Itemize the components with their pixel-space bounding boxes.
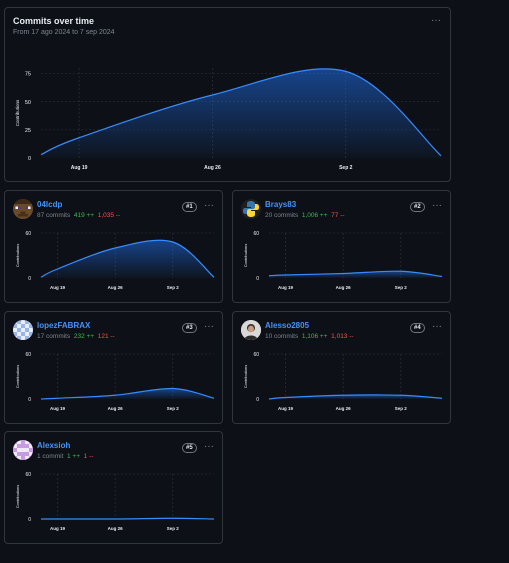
x-tick-label: Aug 19 <box>50 406 66 411</box>
x-tick-label: Aug 19 <box>278 285 294 290</box>
x-tick-label: Aug 26 <box>108 406 124 411</box>
rank-badge: #3 <box>182 323 197 333</box>
contributor-name[interactable]: Alexsioh <box>37 441 70 450</box>
more-options-icon[interactable]: ··· <box>204 201 214 211</box>
x-tick-label: Aug 19 <box>50 285 66 290</box>
contributor-chart: 0 60 Contributions Aug 19 Aug 26 Sep 2 <box>15 472 215 531</box>
y-tick-label: 60 <box>25 472 31 478</box>
additions-count: 1,006 ++ <box>301 212 328 219</box>
y-tick-label: 0 <box>28 517 31 523</box>
additions-count: 1,106 ++ <box>301 333 328 340</box>
contributor-name[interactable]: lopezFABRAX <box>37 321 90 330</box>
minecraft-face-icon[interactable] <box>13 199 33 219</box>
x-tick-label: Sep 2 <box>395 406 408 411</box>
more-options-icon[interactable]: ··· <box>432 201 442 211</box>
commit-count[interactable]: 10 commits <box>265 333 298 340</box>
contributor-chart: 0 60 Contributions Aug 19 Aug 26 Sep 2 <box>15 352 215 411</box>
more-options-icon[interactable]: ··· <box>204 322 214 332</box>
more-options-icon[interactable]: ··· <box>204 442 214 452</box>
chart-title: Commits over time <box>13 16 95 26</box>
deletions-count: 121 -- <box>97 333 115 340</box>
x-tick-label: Sep 2 <box>339 165 353 171</box>
contributor-stats: 1 commit 1 ++ 1 -- <box>37 453 93 460</box>
more-options-icon[interactable]: ··· <box>432 322 442 332</box>
y-tick-label: 0 <box>28 276 31 282</box>
y-tick-label: 0 <box>28 397 31 403</box>
additions-count: 232 ++ <box>73 333 95 340</box>
contributor-chart: 0 60 Contributions Aug 19 Aug 26 Sep 2 <box>243 231 443 290</box>
deletions-count: 1,035 -- <box>97 212 121 219</box>
python-logo-icon[interactable] <box>241 199 261 219</box>
y-tick-label: 60 <box>253 352 259 358</box>
chart-subtitle: From 17 ago 2024 to 7 sep 2024 <box>13 29 115 36</box>
commit-count[interactable]: 17 commits <box>37 333 70 340</box>
contributor-stats: 17 commits 232 ++ 121 -- <box>37 333 115 340</box>
x-tick-label: Sep 2 <box>167 285 180 290</box>
identicon-purple-icon[interactable] <box>13 440 33 460</box>
x-tick-label: Aug 19 <box>278 406 294 411</box>
x-tick-label: Sep 2 <box>167 406 180 411</box>
y-tick-label: 25 <box>25 128 31 134</box>
y-tick-label: 0 <box>256 397 259 403</box>
y-tick-label: 60 <box>25 231 31 237</box>
rank-badge: #2 <box>410 202 425 212</box>
deletions-count: 1 -- <box>83 453 94 460</box>
contributor-card: 04lcdp 87 commits 419 ++ 1,035 -- #1 ···… <box>4 190 223 303</box>
additions-count: 1 ++ <box>67 453 81 460</box>
x-tick-label: Aug 26 <box>204 165 221 171</box>
series-area <box>41 240 214 278</box>
x-tick-label: Aug 26 <box>336 406 352 411</box>
contributor-card: Brays83 20 commits 1,006 ++ 77 -- #2 ···… <box>232 190 451 303</box>
x-tick-label: Aug 19 <box>50 526 66 531</box>
y-axis-label: Contributions <box>243 244 248 268</box>
rank-badge: #1 <box>182 202 197 212</box>
contributor-stats: 87 commits 419 ++ 1,035 -- <box>37 212 120 219</box>
y-tick-label: 0 <box>28 156 31 162</box>
more-options-icon[interactable]: ··· <box>431 16 441 26</box>
series-line <box>41 517 215 520</box>
deletions-count: 1,013 -- <box>331 333 354 340</box>
contributor-name[interactable]: Alesso2805 <box>265 321 309 330</box>
series-area <box>41 68 441 158</box>
x-tick-label: Aug 26 <box>108 526 124 531</box>
contributor-stats: 20 commits 1,006 ++ 77 -- <box>265 212 345 219</box>
x-tick-label: Aug 19 <box>71 165 88 171</box>
commits-chart: 0 25 50 75 Contributions Aug 19 Aug 26 Sep 2 <box>15 68 442 171</box>
y-tick-label: 50 <box>25 100 31 106</box>
y-axis-label: Contributions <box>15 244 20 268</box>
y-axis-label: Contributions <box>15 99 20 126</box>
y-axis-label: Contributions <box>243 365 248 389</box>
rank-badge: #4 <box>410 323 425 333</box>
additions-count: 419 ++ <box>73 212 95 219</box>
contributor-name[interactable]: Brays83 <box>265 200 296 209</box>
contributor-card: lopezFABRAX 17 commits 232 ++ 121 -- #3 … <box>4 311 223 424</box>
x-tick-label: Sep 2 <box>167 526 180 531</box>
contributor-chart: 0 60 Contributions Aug 19 Aug 26 Sep 2 <box>243 352 443 411</box>
y-tick-label: 60 <box>253 231 259 237</box>
x-tick-label: Aug 26 <box>336 285 352 290</box>
y-tick-label: 60 <box>25 352 31 358</box>
commit-count[interactable]: 20 commits <box>265 212 298 219</box>
x-tick-label: Aug 26 <box>108 285 124 290</box>
commits-over-time-card: Commits over time From 17 ago 2024 to 7 … <box>4 7 451 182</box>
contributor-stats: 10 commits 1,106 ++ 1,013 -- <box>265 333 354 340</box>
commit-count[interactable]: 87 commits <box>37 212 70 219</box>
contributor-card: Alexsioh 1 commit 1 ++ 1 -- #5 ··· 0 60 Co… <box>4 431 223 544</box>
y-tick-label: 75 <box>25 72 31 78</box>
x-tick-label: Sep 2 <box>395 285 408 290</box>
deletions-count: 77 -- <box>331 212 345 219</box>
y-axis-label: Contributions <box>15 365 20 389</box>
y-axis-label: Contributions <box>15 485 20 509</box>
rank-badge: #5 <box>182 443 197 453</box>
commit-count[interactable]: 1 commit <box>37 453 63 460</box>
identicon-blue-icon[interactable] <box>13 320 33 340</box>
y-tick-label: 0 <box>256 276 259 282</box>
contributor-chart: 0 60 Contributions Aug 19 Aug 26 Sep 2 <box>15 231 215 290</box>
contributor-card: Alesso2805 10 commits 1,106 ++ 1,013 -- … <box>232 311 451 424</box>
user-photo-icon[interactable] <box>241 320 261 340</box>
contributor-name[interactable]: 04lcdp <box>37 200 62 209</box>
